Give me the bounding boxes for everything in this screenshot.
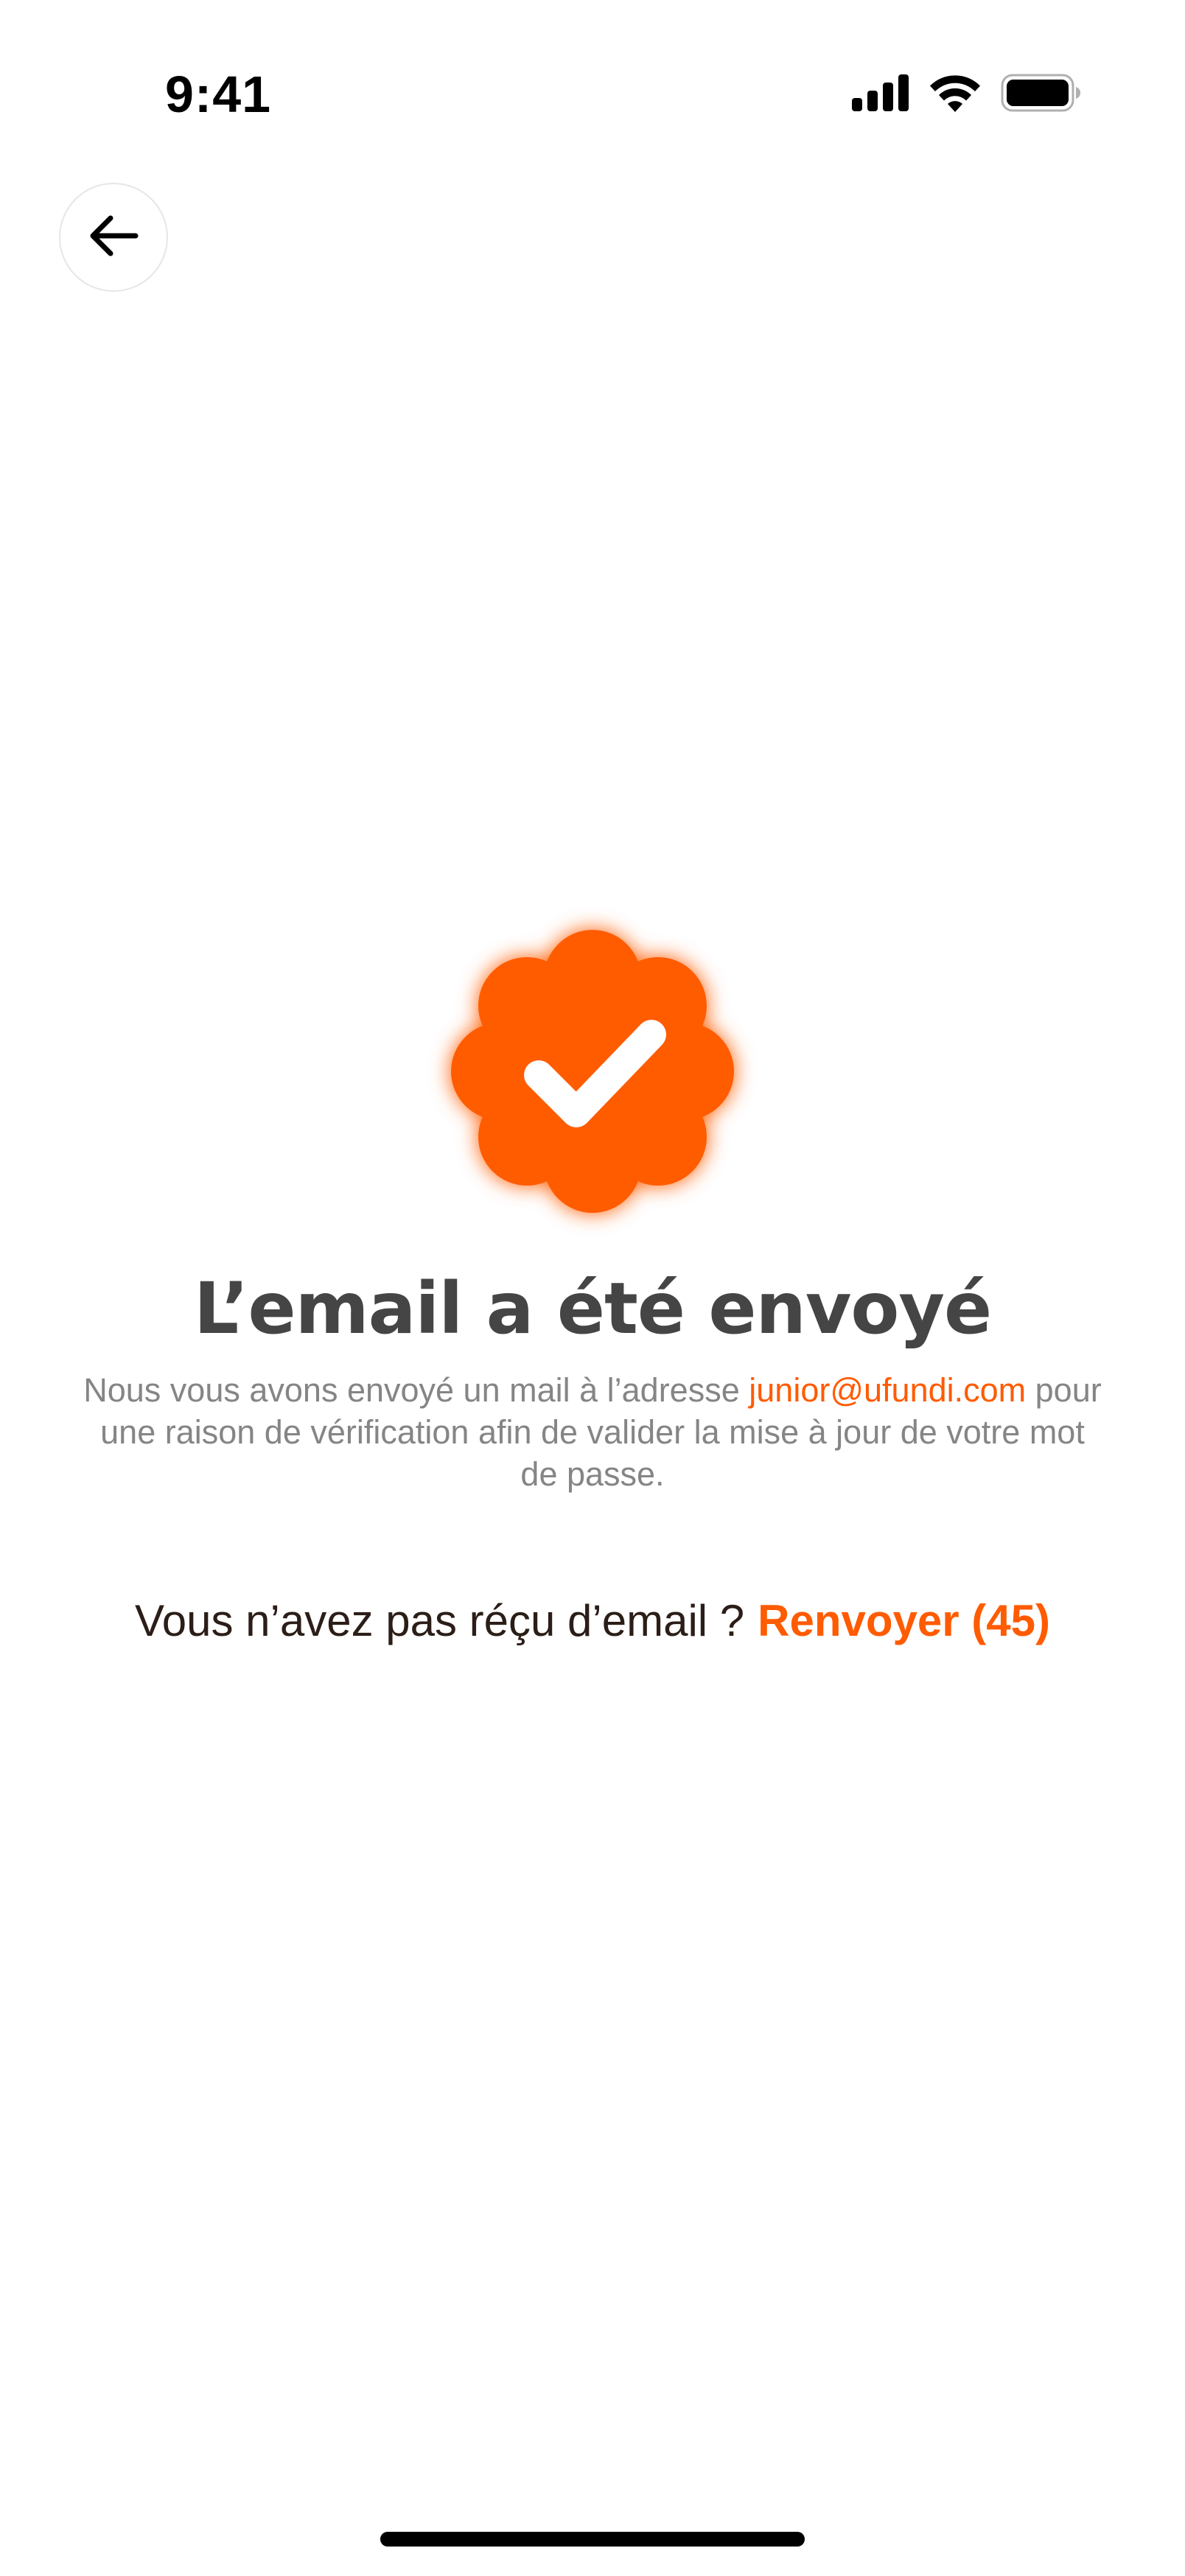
email-address: junior@ufundi.com [749, 1371, 1027, 1409]
success-badge [445, 924, 740, 1219]
resend-button[interactable]: Renvoyer (45) [758, 1596, 1050, 1645]
battery-icon [1001, 74, 1082, 112]
status-time: 9:41 [165, 66, 272, 123]
status-icons [852, 74, 1082, 112]
home-indicator[interactable] [380, 2532, 805, 2547]
confirmation-description: Nous vous avons envoyé un mail à l’adres… [81, 1369, 1104, 1495]
resend-row: Vous n’avez pas réçu d’email ? Renvoyer (… [0, 1595, 1185, 1646]
description-text-before: Nous vous avons envoyé un mail à l’adres… [83, 1371, 740, 1409]
page-title: L’email a été envoyé [193, 1267, 992, 1350]
arrow-left-icon [87, 214, 140, 262]
verified-check-badge-icon [445, 924, 740, 1219]
resend-prompt: Vous n’avez pas réçu d’email ? [135, 1596, 745, 1645]
cellular-signal-icon [852, 74, 909, 111]
status-bar: 9:41 [0, 0, 1185, 147]
back-button[interactable] [59, 183, 168, 292]
wifi-icon [929, 74, 982, 112]
